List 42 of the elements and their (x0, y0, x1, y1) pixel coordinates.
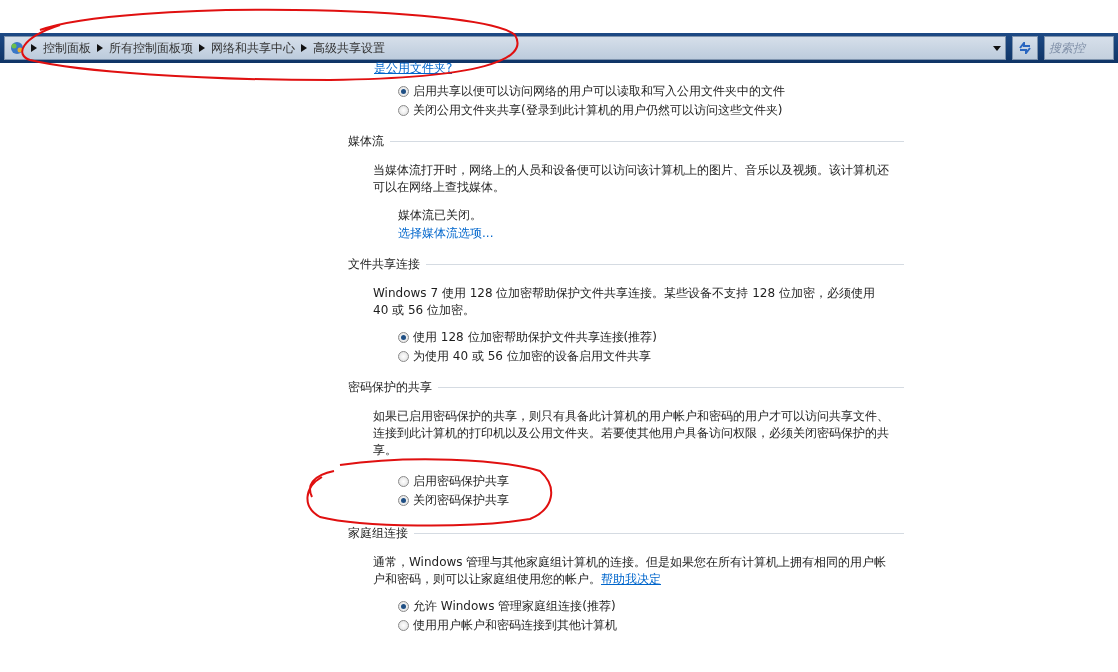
help-link[interactable]: 帮助我决定 (601, 572, 661, 586)
radio-button[interactable] (398, 495, 409, 506)
radio-button[interactable] (398, 105, 409, 116)
option-label: 为使用 40 或 56 位加密的设备启用文件共享 (413, 348, 651, 365)
dropdown-icon[interactable] (993, 45, 1001, 51)
refresh-icon (1018, 42, 1032, 54)
breadcrumb-item[interactable]: 高级共享设置 (313, 39, 385, 57)
refresh-button[interactable] (1012, 36, 1038, 60)
section-heading: 媒体流 (348, 133, 384, 150)
folder-link[interactable]: 是公用文件夹? (374, 62, 453, 74)
network-icon (9, 40, 25, 56)
chevron-icon[interactable] (31, 44, 37, 52)
option-label: 启用共享以便可以访问网络的用户可以读取和写入公用文件夹中的文件 (413, 83, 785, 100)
radio-button[interactable] (398, 332, 409, 343)
radio-button[interactable] (398, 351, 409, 362)
radio-button[interactable] (398, 476, 409, 487)
breadcrumb-item[interactable]: 所有控制面板项 (109, 39, 193, 57)
option-label: 使用用户帐户和密码连接到其他计算机 (413, 617, 617, 634)
section-heading: 家庭组连接 (348, 525, 408, 542)
section-description: 如果已启用密码保护的共享，则只有具备此计算机的用户帐户和密码的用户才可以访问共享文件、连接到此计算机的打印机以及公用文件夹。若要使其他用户具备访问权限，必须关闭密码保护的共享。 (373, 408, 890, 459)
radio-button[interactable] (398, 86, 409, 97)
chevron-icon[interactable] (199, 44, 205, 52)
radio-button[interactable] (398, 601, 409, 612)
breadcrumb-item[interactable]: 网络和共享中心 (211, 39, 295, 57)
section-description: 通常，Windows 管理与其他家庭组计算机的连接。但是如果您在所有计算机上拥有相同的用户帐户和密码，则可以让家庭组使用您的帐户。帮助我决定 (373, 554, 888, 588)
chevron-icon[interactable] (97, 44, 103, 52)
option-label: 使用 128 位加密帮助保护文件共享连接(推荐) (413, 329, 657, 346)
option-label: 允许 Windows 管理家庭组连接(推荐) (413, 598, 616, 615)
section-description: Windows 7 使用 128 位加密帮助保护文件共享连接。某些设备不支持 128 位加密，必须使用 40 或 56 位加密。 (373, 285, 876, 319)
option-label: 关闭公用文件夹共享(登录到此计算机的用户仍然可以访问这些文件夹) (413, 102, 783, 119)
options-link[interactable]: 选择媒体流选项... (398, 224, 904, 242)
radio-button[interactable] (398, 620, 409, 631)
section-description: 当媒体流打开时，网络上的人员和设备便可以访问该计算机上的图片、音乐以及视频。该计算机还可以在网络上查找媒体。 (373, 162, 890, 196)
section-heading: 密码保护的共享 (348, 379, 432, 396)
status-text: 媒体流已关闭。 (398, 207, 483, 224)
option-label: 启用密码保护共享 (413, 473, 509, 490)
section-heading: 文件共享连接 (348, 256, 420, 273)
option-label: 关闭密码保护共享 (413, 492, 509, 509)
breadcrumb-item[interactable]: 控制面板 (43, 39, 91, 57)
search-field[interactable]: 搜索控 (1044, 36, 1114, 60)
address-bar[interactable]: 控制面板 所有控制面板项 网络和共享中心 高级共享设置 (4, 36, 1006, 60)
chevron-icon[interactable] (301, 44, 307, 52)
